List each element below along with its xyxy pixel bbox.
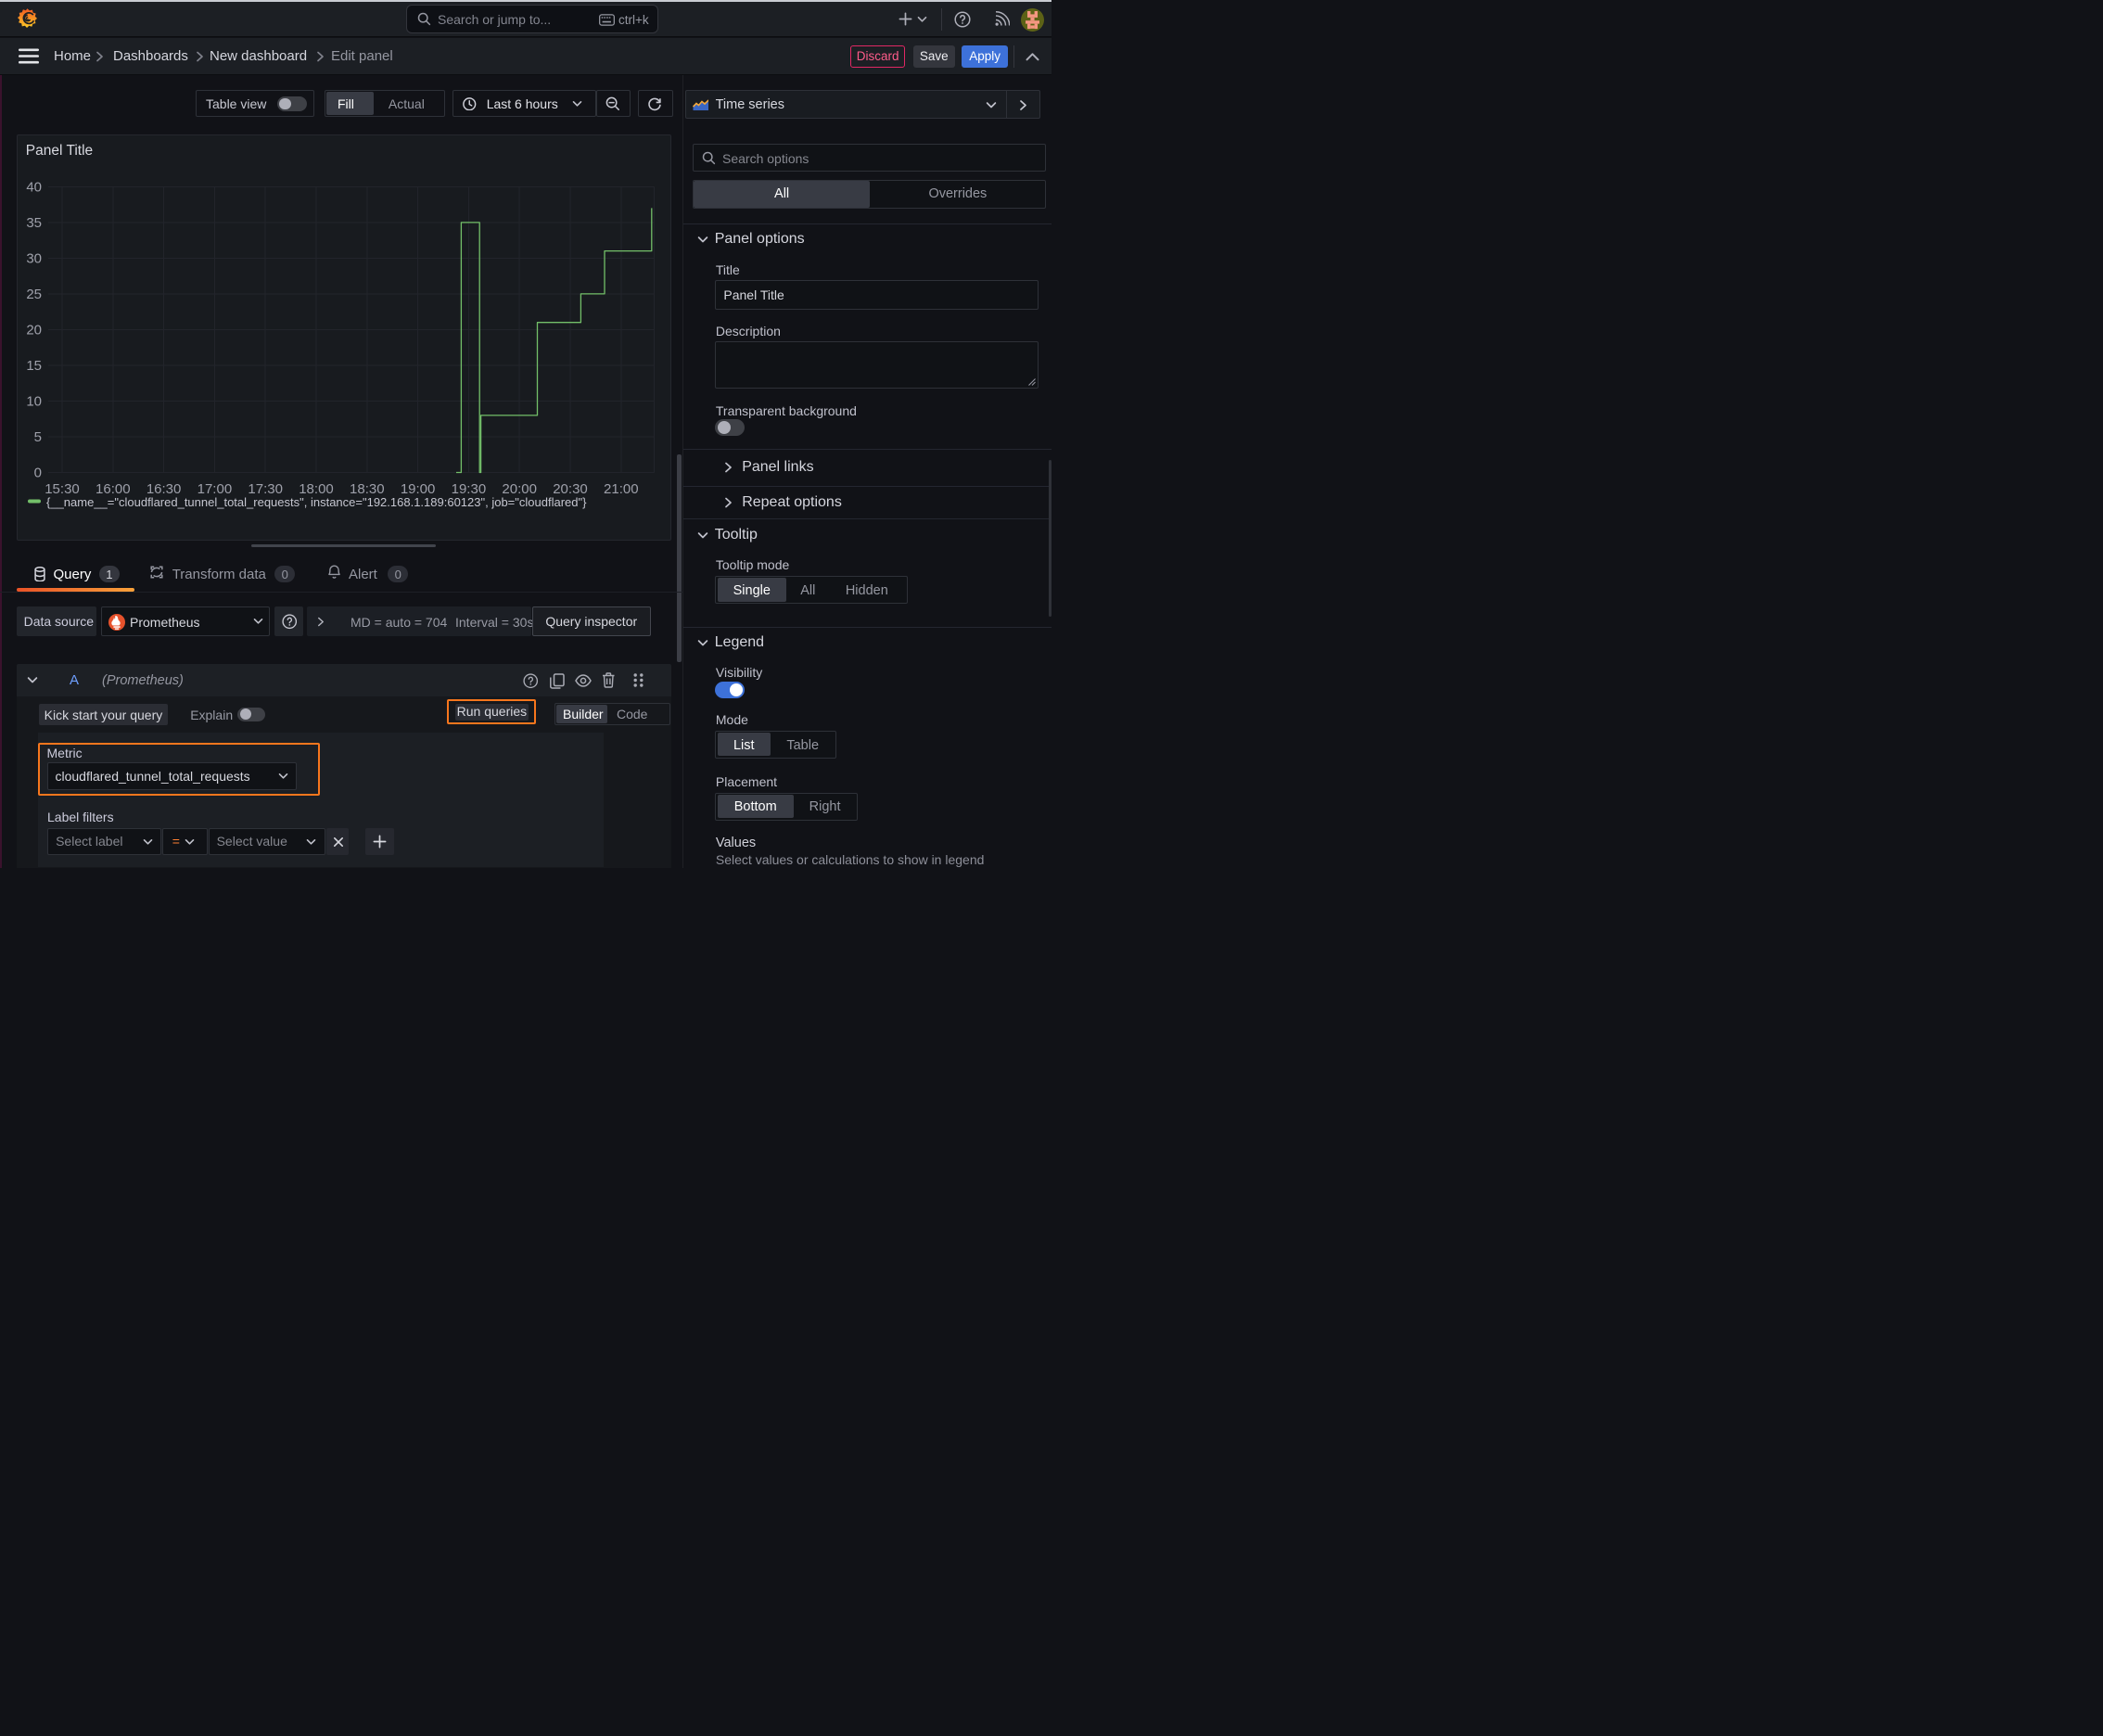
svg-text:5: 5 — [34, 429, 42, 445]
svg-text:30: 30 — [26, 251, 42, 267]
svg-text:15: 15 — [26, 358, 42, 374]
svg-text:40: 40 — [26, 179, 42, 195]
svg-text:20: 20 — [26, 323, 42, 338]
svg-text:10: 10 — [26, 394, 42, 410]
svg-text:0: 0 — [34, 466, 42, 481]
svg-text:25: 25 — [26, 287, 42, 302]
svg-text:35: 35 — [26, 215, 42, 231]
svg-text:21:00: 21:00 — [604, 481, 639, 497]
